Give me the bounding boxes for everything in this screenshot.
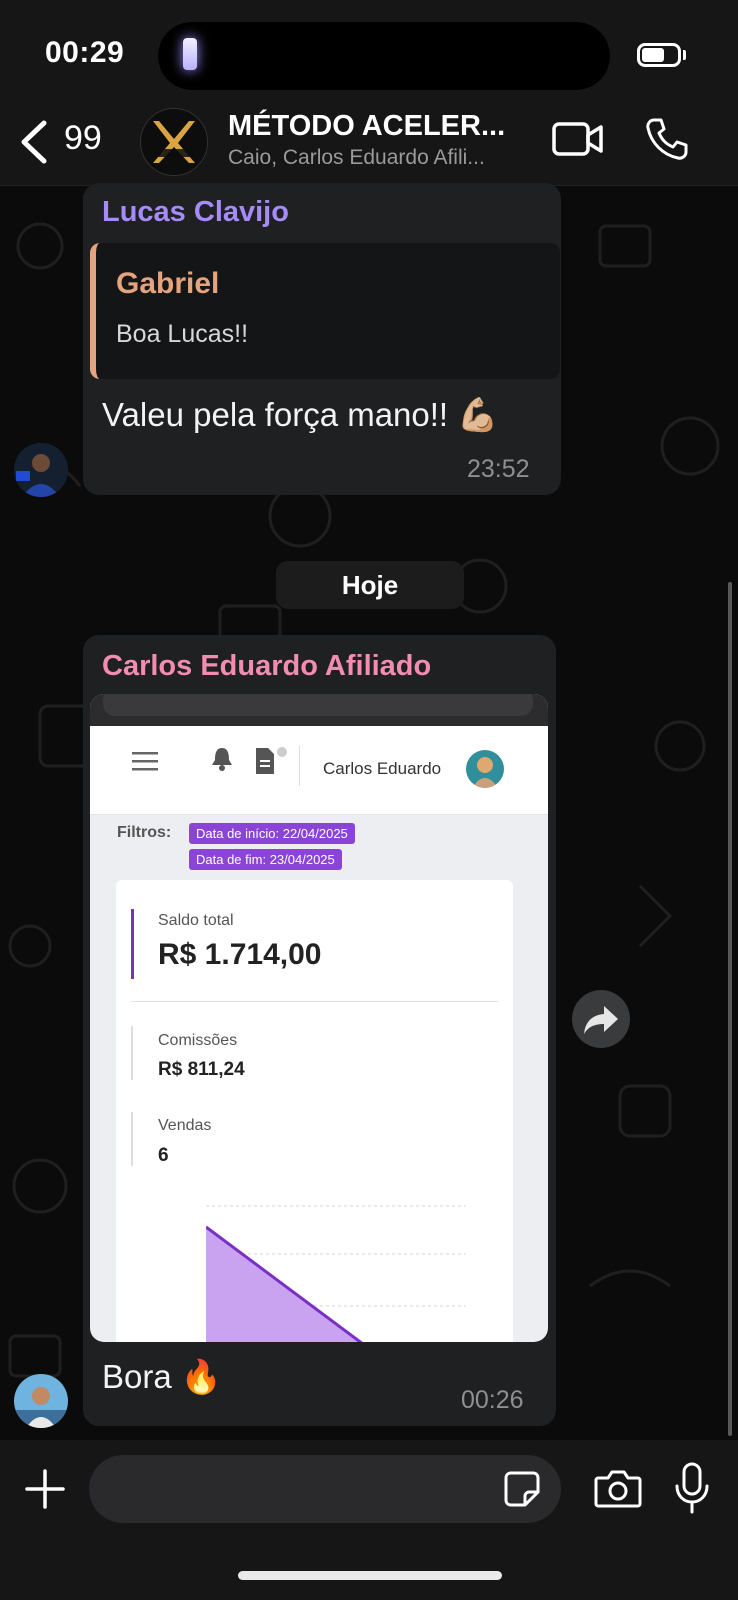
card-accent-bar [131,909,134,979]
comissoes-value: R$ 811,24 [158,1059,245,1080]
filters-label: Filtros: [117,824,172,841]
saldo-label: Saldo total [158,912,234,929]
group-title[interactable]: MÉTODO ACELER... [228,110,505,143]
video-call-icon[interactable] [552,119,604,159]
url-pill [103,694,533,716]
scrollbar[interactable] [728,582,732,1436]
saldo-value: R$ 1.714,00 [158,938,322,971]
microphone-icon[interactable] [672,1462,712,1514]
user-photo-icon [14,1374,68,1428]
dynamic-island [158,22,610,90]
app-user-avatar [466,750,504,788]
message-text: Valeu pela força mano!! 💪🏼 [102,396,499,433]
day-separator: Hoje [276,561,464,609]
nav-divider [299,746,300,786]
message-time: 00:26 [461,1386,524,1414]
quoted-sender: Gabriel [116,267,220,300]
group-logo-icon [141,109,207,175]
document-icon [256,747,287,774]
menu-icon [132,752,158,771]
stat-bar [131,1112,133,1166]
message-time: 23:52 [467,455,530,483]
forward-button[interactable] [572,990,630,1048]
message-text: Bora 🔥 [102,1358,222,1395]
vendas-value: 6 [158,1145,169,1166]
filter-chip: Data de início: 22/04/2025 [189,823,355,844]
user-photo-icon [14,443,68,497]
status-time: 00:29 [45,36,125,69]
camera-icon[interactable] [594,1468,642,1508]
sender-avatar[interactable] [14,443,68,497]
card-divider [131,1001,498,1002]
sticker-icon[interactable] [503,1470,541,1508]
quoted-text: Boa Lucas!! [116,320,249,348]
message-sender[interactable]: Lucas Clavijo [102,196,289,229]
user-photo-icon [466,750,504,788]
home-indicator[interactable] [238,1571,502,1580]
flashlight-icon [183,38,197,70]
bell-icon [212,748,232,771]
message-input[interactable] [89,1455,561,1523]
comissoes-label: Comissões [158,1032,238,1049]
stat-bar [131,1026,133,1080]
image-attachment[interactable]: Carlos Eduardo Filtros: Data de início: … [90,694,548,1342]
sender-avatar[interactable] [14,1374,68,1428]
unread-count[interactable]: 99 [64,119,102,158]
battery-level [642,48,664,62]
battery-tip [683,50,686,60]
plus-icon[interactable] [24,1468,66,1510]
forward-arrow-icon [584,1006,618,1034]
sales-area-chart [206,1205,466,1342]
filter-chip: Data de fim: 23/04/2025 [189,849,342,870]
vendas-label: Vendas [158,1117,212,1134]
app-user-name: Carlos Eduardo [323,759,442,778]
quoted-message[interactable] [90,243,560,379]
back-chevron-icon[interactable] [14,117,54,167]
group-members[interactable]: Caio, Carlos Eduardo Afili... [228,146,485,170]
group-avatar[interactable] [140,108,208,176]
message-sender[interactable]: Carlos Eduardo Afiliado [102,650,431,683]
voice-call-icon[interactable] [644,116,690,162]
